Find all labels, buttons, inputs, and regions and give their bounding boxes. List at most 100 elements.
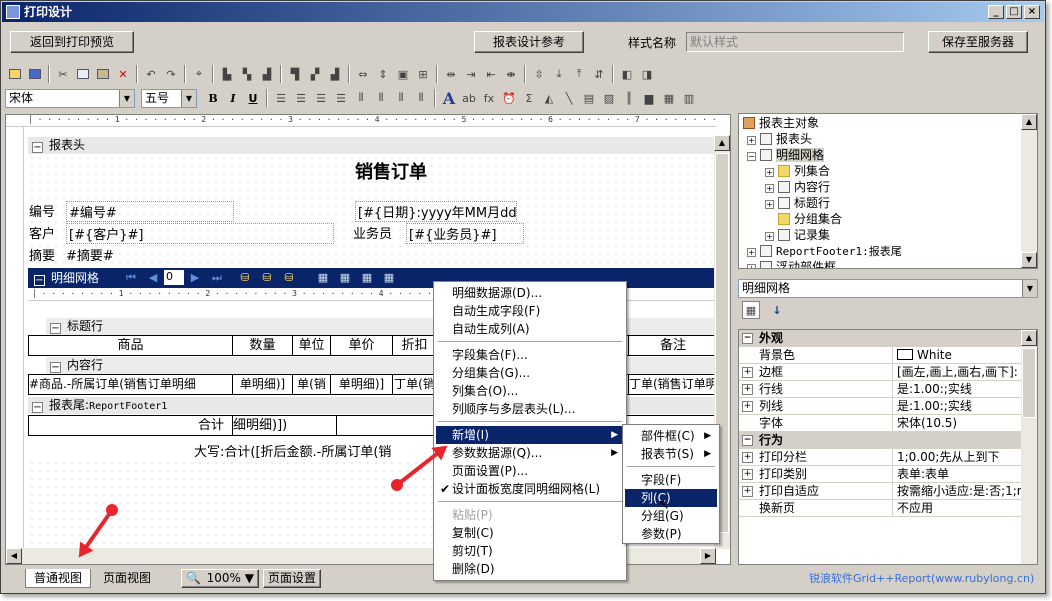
text-align-left-icon[interactable]: ☰ xyxy=(272,89,290,107)
menu-item-auto-columns[interactable]: 自动生成列(A) xyxy=(436,320,624,338)
prop-row[interactable]: + 列线 是:1.00:;实线 xyxy=(739,398,1022,415)
tree-node-groups[interactable]: 分组集合 xyxy=(778,211,842,227)
same-height-icon[interactable]: ⇕ xyxy=(374,65,392,83)
menu-item-auto-fields[interactable]: 自动生成字段(F) xyxy=(436,302,624,320)
expand-icon[interactable]: + xyxy=(765,200,774,209)
col-header[interactable]: 单位 xyxy=(292,336,330,355)
categorized-icon[interactable]: ▦ xyxy=(742,301,760,319)
menu-item-cut[interactable]: 剪切(T) xyxy=(436,542,624,560)
salesman-value[interactable]: [#{业务员}#] xyxy=(406,223,524,244)
prop-row[interactable]: + 行线 是:1.00:;实线 xyxy=(739,381,1022,398)
bold-button[interactable]: B xyxy=(204,89,222,107)
collapse-icon[interactable]: − xyxy=(34,275,45,286)
scroll-up-icon[interactable]: ▲ xyxy=(1021,330,1037,346)
submenu-item-control-box[interactable]: 部件框(C) ▶ xyxy=(625,427,717,445)
scroll-right-icon[interactable]: ▶ xyxy=(700,548,716,564)
summary-box-icon[interactable]: Σ xyxy=(520,89,538,107)
back-to-preview-button[interactable]: 返回到打印预览 xyxy=(10,31,134,53)
h-space-remove-icon[interactable]: ⇼ xyxy=(502,65,520,83)
v-space-equal-icon[interactable]: ⇳ xyxy=(530,65,548,83)
tab-page-view[interactable]: 页面视图 xyxy=(95,569,159,588)
grid-group-icon[interactable]: ▦ xyxy=(360,271,374,285)
collapse-icon[interactable]: − xyxy=(747,152,756,161)
expand-icon[interactable]: + xyxy=(765,168,774,177)
prev-page-icon[interactable]: ◀ xyxy=(146,271,160,285)
customer-label[interactable]: 客户 xyxy=(29,223,55,242)
design-reference-button[interactable]: 报表设计参考 xyxy=(474,31,584,53)
scroll-left-icon[interactable]: ◀ xyxy=(6,548,22,564)
system-var-icon[interactable]: ⏰ xyxy=(500,89,518,107)
open-icon[interactable] xyxy=(6,65,24,83)
content-cell[interactable]: 丁单(销售订单明细 xyxy=(628,375,718,394)
prop-row[interactable]: + 边框 [画左,画上,画右,画下]: xyxy=(739,364,1022,381)
menu-item-group-collection[interactable]: 分组集合(G)... xyxy=(436,364,624,382)
line-icon[interactable]: ╲ xyxy=(560,89,578,107)
text-justify-icon[interactable]: ☰ xyxy=(332,89,350,107)
content-cell[interactable]: 单(销 xyxy=(292,375,330,394)
db-icon[interactable]: ⛁ xyxy=(238,271,252,285)
paste-icon[interactable] xyxy=(94,65,112,83)
expand-icon[interactable]: + xyxy=(747,136,756,145)
tab-normal-view[interactable]: 普通视图 xyxy=(25,569,91,588)
content-cell[interactable]: 单明细)] xyxy=(232,375,292,394)
size-grid-icon[interactable]: ⊞ xyxy=(414,65,432,83)
content-cell[interactable]: #商品.-所属订单(销售订单明细 xyxy=(28,375,232,394)
valign-top-icon[interactable]: ⫴ xyxy=(352,89,370,107)
same-width-icon[interactable]: ⇔ xyxy=(354,65,372,83)
static-text-icon[interactable]: A xyxy=(440,89,458,108)
v-space-inc-icon[interactable]: ⤓ xyxy=(550,65,568,83)
redo-icon[interactable]: ↷ xyxy=(162,65,180,83)
align-middle-icon[interactable]: ▞ xyxy=(306,65,324,83)
barcode-icon[interactable]: ║ xyxy=(620,89,638,107)
submenu-item-report-section[interactable]: 报表节(S) ▶ xyxy=(625,445,717,463)
bring-front-icon[interactable]: ◧ xyxy=(618,65,636,83)
picture-box-icon[interactable]: ▨ xyxy=(600,89,618,107)
select-icon[interactable]: ⌖ xyxy=(190,65,208,83)
menu-item-detail-datasource[interactable]: 明细数据源(D)... xyxy=(436,284,624,302)
align-top-icon[interactable]: ▜ xyxy=(286,65,304,83)
chart-icon[interactable]: ▆ xyxy=(640,89,658,107)
content-cell[interactable]: 丁单(销 xyxy=(392,375,436,394)
close-button[interactable]: × xyxy=(1024,5,1040,19)
tree-node-columns[interactable]: + 列集合 xyxy=(765,163,830,179)
prop-row[interactable]: 字体 宋体(10.5) xyxy=(739,415,1022,432)
tree-node-recordset[interactable]: + 记录集 xyxy=(765,227,830,243)
collapse-icon[interactable]: − xyxy=(50,323,61,334)
menu-item-column-collection[interactable]: 列集合(O)... xyxy=(436,382,624,400)
page-setup-button[interactable]: 页面设置 xyxy=(263,569,321,588)
col-header[interactable]: 备注 xyxy=(628,336,718,355)
col-header[interactable]: 数量 xyxy=(232,336,292,355)
delete-icon[interactable]: ✕ xyxy=(114,65,132,83)
expand-icon[interactable]: + xyxy=(765,232,774,241)
first-page-icon[interactable]: ⏮ xyxy=(124,271,138,285)
field-box-icon[interactable]: fx xyxy=(480,89,498,107)
h-space-dec-icon[interactable]: ⇤ xyxy=(482,65,500,83)
style-name-input[interactable]: 默认样式 xyxy=(686,32,904,52)
date-value[interactable]: [#{日期}:yyyy年MM月ddE xyxy=(355,201,517,222)
db-field-icon[interactable]: ⛁ xyxy=(260,271,274,285)
object-tree[interactable]: 报表主对象 + 报表头 − 明细网格 + 列集合 + 内容行 + 标题行 分组集合 + 记录… xyxy=(738,113,1038,269)
col-header[interactable]: 单价 xyxy=(330,336,392,355)
expand-icon[interactable]: + xyxy=(747,248,756,257)
save-icon[interactable] xyxy=(26,65,44,83)
menu-item-panel-width[interactable]: ✔ 设计面板宽度同明细网格(L) xyxy=(436,480,624,498)
summary-label[interactable]: 摘要 xyxy=(29,245,55,264)
menu-item-delete[interactable]: 删除(D) xyxy=(436,560,624,578)
align-bottom-icon[interactable]: ▟ xyxy=(326,65,344,83)
send-back-icon[interactable]: ◨ xyxy=(638,65,656,83)
grid-row-icon[interactable]: ▦ xyxy=(338,271,352,285)
menu-item-copy[interactable]: 复制(C) xyxy=(436,524,624,542)
prop-row[interactable]: + 打印分栏 1;0.00;先从上到下 xyxy=(739,449,1022,466)
scroll-up-icon[interactable]: ▲ xyxy=(714,135,730,151)
prop-row[interactable]: + 打印自适应 按需缩小适应:是:否;1;n xyxy=(739,483,1022,500)
grid-col-icon[interactable]: ▦ xyxy=(316,271,330,285)
underline-button[interactable]: U xyxy=(244,89,262,107)
capital-total[interactable]: 大写:合计([折后金额.-所属订单(销 xyxy=(194,441,391,460)
band-report-header[interactable]: − 报表头 xyxy=(28,137,718,154)
menu-item-new[interactable]: 新增(I) ▶ xyxy=(436,426,624,444)
prop-row[interactable]: 背景色 White xyxy=(739,347,1022,364)
subreport-icon[interactable]: ▦ xyxy=(660,89,678,107)
menu-item-param-datasource[interactable]: 参数数据源(Q)... ▶ xyxy=(436,444,624,462)
undo-icon[interactable]: ↶ xyxy=(142,65,160,83)
italic-button[interactable]: I xyxy=(224,89,242,107)
